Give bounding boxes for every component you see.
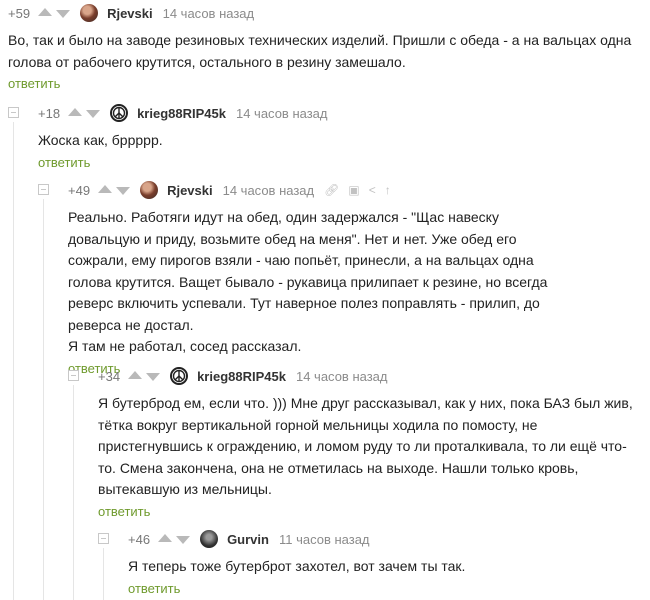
comment-text: Я теперь тоже бутерброт захотел, вот зач… — [128, 558, 466, 574]
downvote-icon[interactable] — [56, 10, 71, 18]
comment-rating: +49 — [68, 182, 91, 198]
comment-text: Я бутерброд ем, если что. ))) Мне друг р… — [98, 395, 633, 497]
comment-1: +59 Rjevski 14 часов назад Во, так и был… — [8, 2, 638, 93]
comment-username[interactable]: Rjevski — [167, 183, 213, 198]
peace-sign-avatar-icon[interactable] — [170, 367, 189, 385]
comment-3: +49 Rjevski 14 часов назад 🔗︎ ▣ < ↑ Реал… — [68, 179, 638, 378]
comment-5: +46 Gurvin 11 часов назад Я теперь тоже … — [128, 528, 638, 598]
comment-time[interactable]: 14 часов назад — [223, 183, 315, 198]
collapse-thread-button[interactable] — [98, 533, 109, 544]
collapse-thread-button[interactable] — [68, 370, 79, 381]
comment-header: +34 krieg88RIP45k 14 часов назад — [98, 365, 643, 387]
up-arrow-icon[interactable]: ↑ — [385, 183, 391, 197]
reply-link[interactable]: ответить — [98, 504, 150, 519]
reply-link[interactable]: ответить — [128, 581, 180, 596]
upvote-icon[interactable] — [98, 185, 113, 193]
thread-line — [13, 122, 14, 600]
comment-username[interactable]: Gurvin — [227, 532, 269, 547]
comment-time[interactable]: 14 часов назад — [163, 6, 255, 21]
avatar[interactable] — [80, 4, 99, 22]
comment-tools: 🔗︎ ▣ < ↑ — [324, 183, 391, 197]
reply-link[interactable]: ответить — [38, 155, 90, 170]
comment-header: +59 Rjevski 14 часов назад — [8, 2, 638, 24]
thread-line — [103, 548, 104, 600]
comment-text: Реально. Работяги идут на обед, один зад… — [68, 209, 548, 333]
downvote-icon[interactable] — [176, 536, 191, 544]
comment-2: +18 krieg88RIP45k 14 часов назад Жоска к… — [38, 102, 638, 172]
reply-link[interactable]: ответить — [8, 76, 60, 91]
downvote-icon[interactable] — [146, 373, 161, 381]
upvote-icon[interactable] — [38, 8, 53, 16]
comment-rating: +59 — [8, 5, 31, 21]
comment-username[interactable]: krieg88RIP45k — [137, 106, 226, 121]
comment-header: +18 krieg88RIP45k 14 часов назад — [38, 102, 638, 124]
link-icon[interactable]: 🔗︎ — [324, 183, 339, 197]
downvote-icon[interactable] — [86, 110, 101, 118]
comment-text: Во, так и было на заводе резиновых техни… — [8, 32, 632, 70]
comment-text: Жоска как, бррррр. — [38, 132, 163, 148]
collapse-thread-button[interactable] — [8, 107, 19, 118]
comment-rating: +18 — [38, 105, 61, 121]
comment-header: +46 Gurvin 11 часов назад — [128, 528, 638, 550]
comment-time[interactable]: 14 часов назад — [296, 369, 388, 384]
upvote-icon[interactable] — [158, 534, 173, 542]
thread-line — [43, 199, 44, 600]
comment-4: +34 krieg88RIP45k 14 часов назад Я бутер… — [98, 365, 643, 521]
thread-line — [73, 385, 74, 600]
collapse-thread-button[interactable] — [38, 184, 49, 195]
share-icon[interactable]: < — [369, 183, 376, 197]
upvote-icon[interactable] — [68, 108, 83, 116]
comment-username[interactable]: Rjevski — [107, 6, 153, 21]
comment-rating: +34 — [98, 368, 121, 384]
comment-time[interactable]: 14 часов назад — [236, 106, 328, 121]
save-icon[interactable]: ▣ — [348, 183, 359, 197]
comment-time[interactable]: 11 часов назад — [279, 532, 370, 547]
avatar[interactable] — [200, 530, 219, 548]
comment-username[interactable]: krieg88RIP45k — [197, 369, 286, 384]
upvote-icon[interactable] — [128, 371, 143, 379]
avatar[interactable] — [140, 181, 159, 199]
comment-rating: +46 — [128, 531, 151, 547]
downvote-icon[interactable] — [116, 187, 131, 195]
comment-header: +49 Rjevski 14 часов назад 🔗︎ ▣ < ↑ — [68, 179, 638, 201]
comment-text-line: Я там не работал, сосед рассказал. — [68, 338, 302, 354]
peace-sign-avatar-icon[interactable] — [110, 104, 129, 122]
